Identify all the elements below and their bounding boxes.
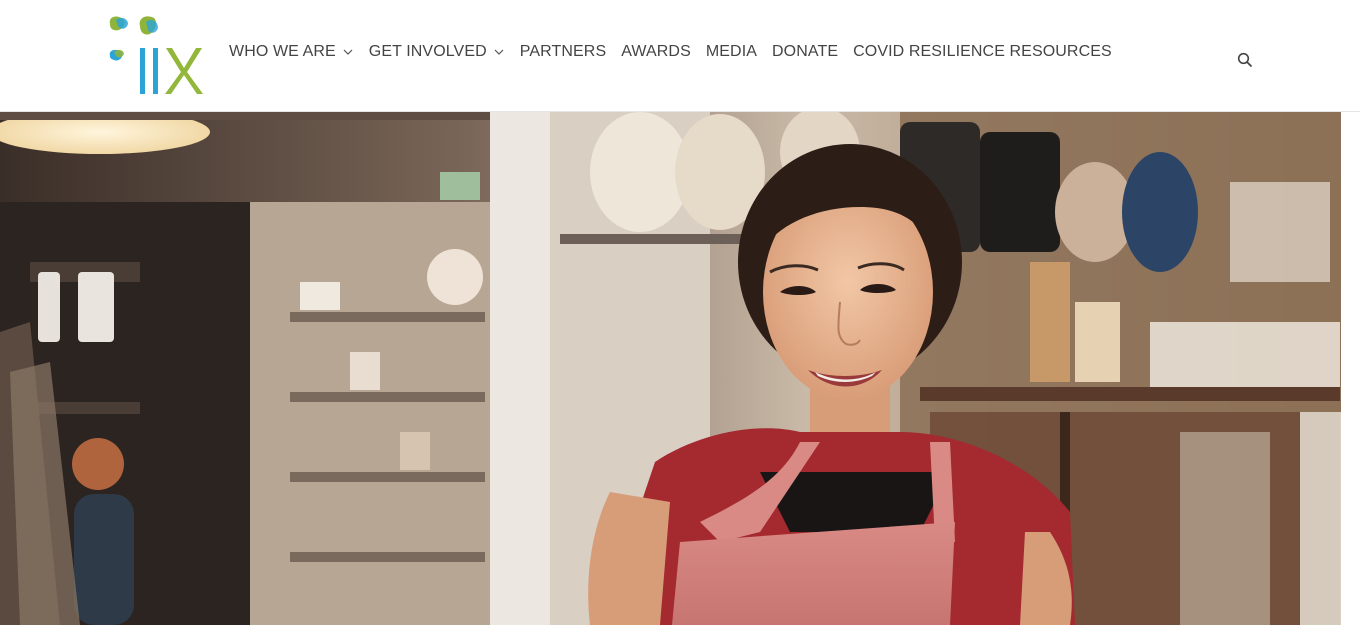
nav-item-covid-resilience-resources[interactable]: COVID RESILIENCE RESOURCES: [853, 42, 1112, 62]
nav-item-label: DONATE: [772, 43, 839, 60]
nav-item-donate[interactable]: DONATE: [772, 42, 838, 62]
nav-item-label: GET INVOLVED: [368, 43, 487, 60]
search-icon: [1237, 52, 1252, 67]
site-header: IIX WHO WE ARE GET INVOLVED PARTNERS AWA…: [0, 0, 1360, 112]
nav-item-label: MEDIA: [705, 43, 758, 60]
iix-logo[interactable]: IIX: [106, 14, 206, 98]
main-navigation: WHO WE ARE GET INVOLVED PARTNERS AWARDS …: [229, 41, 1112, 63]
nav-item-media[interactable]: MEDIA: [706, 42, 757, 62]
logo-text: IIX: [106, 98, 107, 99]
chevron-down-icon: [494, 49, 504, 55]
nav-item-who-we-are[interactable]: WHO WE ARE: [229, 42, 354, 62]
iix-logo-graphic: [109, 16, 203, 94]
nav-item-get-involved[interactable]: GET INVOLVED: [369, 42, 505, 62]
nav-item-awards[interactable]: AWARDS: [621, 42, 691, 62]
nav-item-partners[interactable]: PARTNERS: [520, 42, 606, 62]
hero-photo-shop-owner: [0, 112, 1341, 625]
nav-item-label: AWARDS: [621, 43, 691, 60]
hero-image: [0, 112, 1341, 625]
chevron-down-icon: [343, 49, 353, 55]
search-button[interactable]: [1236, 51, 1254, 69]
nav-item-label: WHO WE ARE: [229, 43, 336, 60]
nav-item-label: COVID RESILIENCE RESOURCES: [853, 43, 1112, 60]
nav-item-label: PARTNERS: [519, 43, 607, 60]
page-right-gutter: [1341, 112, 1360, 625]
